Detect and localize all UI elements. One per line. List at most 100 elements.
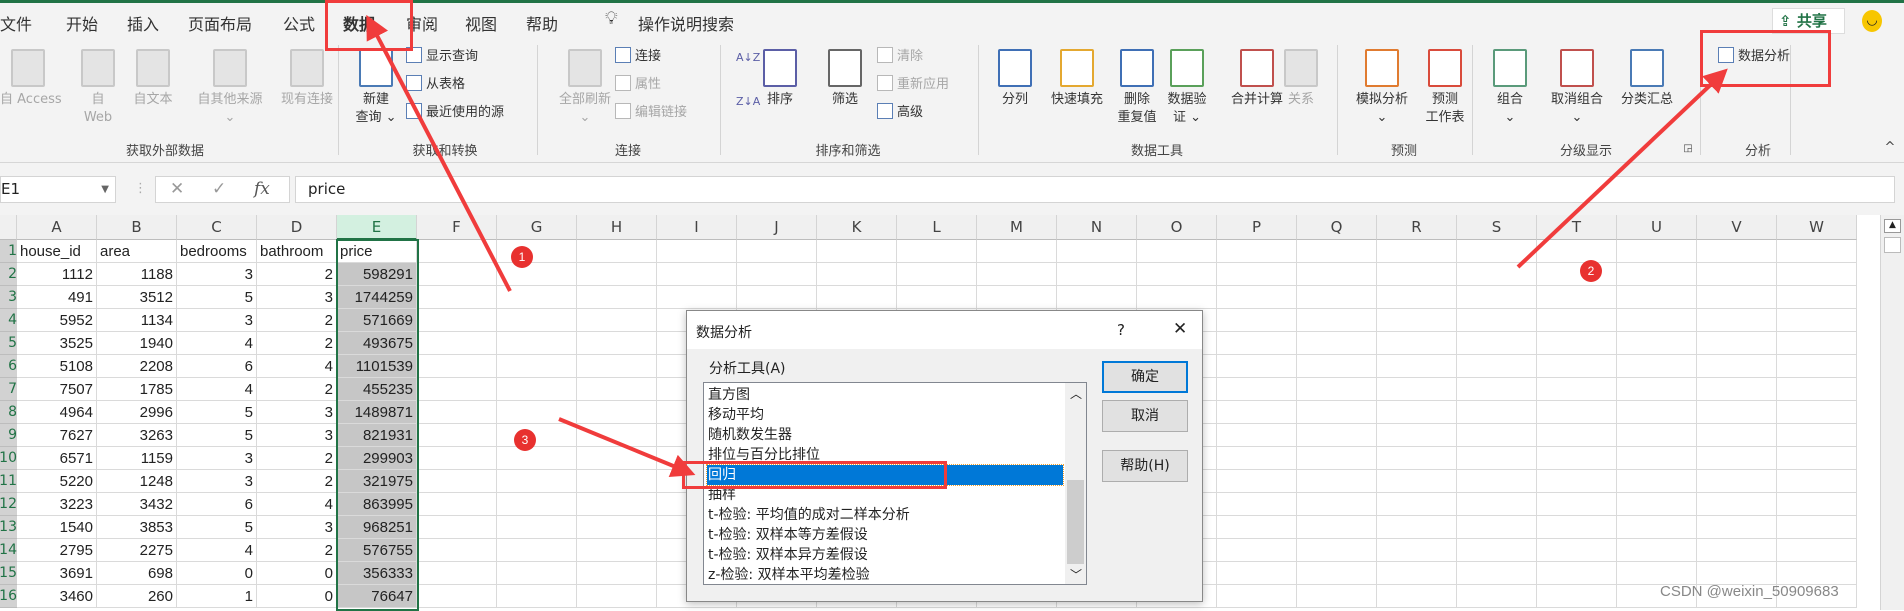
cell-B1[interactable]: area: [97, 240, 177, 263]
empty-cell[interactable]: [1297, 493, 1377, 516]
ribbon-button-15[interactable]: 模拟分析 ⌄: [1350, 49, 1414, 127]
cancel-button[interactable]: 取消: [1102, 400, 1188, 432]
empty-cell[interactable]: [1457, 309, 1537, 332]
cell-A7[interactable]: 7507: [17, 378, 97, 401]
empty-cell[interactable]: [1617, 516, 1697, 539]
column-header-D[interactable]: D: [257, 215, 337, 240]
ribbon-small-button-1[interactable]: 从表格: [406, 73, 465, 92]
scroll-down-icon[interactable]: ﹀: [1070, 566, 1082, 583]
column-header-F[interactable]: F: [417, 215, 497, 240]
empty-cell[interactable]: [1297, 355, 1377, 378]
empty-cell[interactable]: [1297, 332, 1377, 355]
empty-cell[interactable]: [1697, 355, 1777, 378]
empty-cell[interactable]: [1137, 286, 1217, 309]
empty-cell[interactable]: [1777, 493, 1857, 516]
cell-D3[interactable]: 3: [257, 286, 337, 309]
row-header[interactable]: 8: [0, 401, 17, 424]
empty-cell[interactable]: [1777, 286, 1857, 309]
empty-cell[interactable]: [1377, 332, 1457, 355]
column-header-A[interactable]: A: [17, 215, 97, 240]
empty-cell[interactable]: [1457, 493, 1537, 516]
cell-B4[interactable]: 1134: [97, 309, 177, 332]
empty-cell[interactable]: [1697, 240, 1777, 263]
empty-cell[interactable]: [1537, 378, 1617, 401]
empty-cell[interactable]: [1137, 263, 1217, 286]
cell-C3[interactable]: 5: [177, 286, 257, 309]
empty-cell[interactable]: [577, 562, 657, 585]
empty-cell[interactable]: [417, 585, 497, 608]
empty-cell[interactable]: [417, 516, 497, 539]
list-scroll-thumb[interactable]: [1067, 480, 1084, 564]
row-header[interactable]: 11: [0, 470, 17, 493]
empty-cell[interactable]: [1377, 447, 1457, 470]
cell-B14[interactable]: 2275: [97, 539, 177, 562]
empty-cell[interactable]: [1457, 401, 1537, 424]
empty-cell[interactable]: [1297, 263, 1377, 286]
empty-cell[interactable]: [1377, 378, 1457, 401]
enter-check-icon[interactable]: ✓: [212, 177, 226, 202]
cell-A13[interactable]: 1540: [17, 516, 97, 539]
empty-cell[interactable]: [1457, 562, 1537, 585]
empty-cell[interactable]: [417, 263, 497, 286]
empty-cell[interactable]: [417, 355, 497, 378]
empty-cell[interactable]: [1537, 585, 1617, 608]
empty-cell[interactable]: [1777, 562, 1857, 585]
row-header[interactable]: 13: [0, 516, 17, 539]
ribbon-small-button-8[interactable]: 高级: [877, 101, 923, 120]
cell-D10[interactable]: 2: [257, 447, 337, 470]
row-header[interactable]: 2: [0, 263, 17, 286]
empty-cell[interactable]: [497, 585, 577, 608]
empty-cell[interactable]: [657, 263, 737, 286]
cell-C9[interactable]: 5: [177, 424, 257, 447]
empty-cell[interactable]: [1057, 286, 1137, 309]
cancel-x-icon[interactable]: ✕: [170, 177, 184, 202]
empty-cell[interactable]: [1217, 516, 1297, 539]
empty-cell[interactable]: [1777, 539, 1857, 562]
ribbon-button-9[interactable]: 分列: [995, 49, 1035, 109]
empty-cell[interactable]: [1777, 309, 1857, 332]
column-header-V[interactable]: V: [1697, 215, 1777, 240]
column-header-E[interactable]: E: [337, 215, 417, 240]
empty-cell[interactable]: [1777, 355, 1857, 378]
ribbon-button-2[interactable]: 自文本: [128, 49, 178, 109]
empty-cell[interactable]: [657, 286, 737, 309]
empty-cell[interactable]: [1777, 378, 1857, 401]
cell-E3[interactable]: 1744259: [337, 286, 417, 309]
empty-cell[interactable]: [1537, 240, 1617, 263]
scroll-up-icon[interactable]: ▲: [1884, 219, 1901, 233]
empty-cell[interactable]: [1377, 424, 1457, 447]
empty-cell[interactable]: [1537, 493, 1617, 516]
ok-button[interactable]: 确定: [1102, 361, 1188, 393]
empty-cell[interactable]: [1377, 401, 1457, 424]
empty-cell[interactable]: [417, 378, 497, 401]
list-item[interactable]: t-检验: 双样本异方差假设: [707, 545, 1063, 565]
cell-C6[interactable]: 6: [177, 355, 257, 378]
empty-cell[interactable]: [1457, 447, 1537, 470]
cell-B15[interactable]: 698: [97, 562, 177, 585]
empty-cell[interactable]: [577, 309, 657, 332]
ribbon-button-12[interactable]: 数据验证 ⌄: [1163, 49, 1211, 127]
empty-cell[interactable]: [1457, 585, 1537, 608]
empty-cell[interactable]: [1297, 516, 1377, 539]
empty-cell[interactable]: [497, 470, 577, 493]
empty-cell[interactable]: [1297, 401, 1377, 424]
empty-cell[interactable]: [1537, 447, 1617, 470]
empty-cell[interactable]: [497, 332, 577, 355]
cell-C11[interactable]: 3: [177, 470, 257, 493]
empty-cell[interactable]: [1457, 240, 1537, 263]
empty-cell[interactable]: [1457, 539, 1537, 562]
empty-cell[interactable]: [1377, 516, 1457, 539]
cell-C1[interactable]: bedrooms: [177, 240, 257, 263]
column-header-H[interactable]: H: [577, 215, 657, 240]
help-button[interactable]: 帮助(H): [1102, 450, 1188, 482]
empty-cell[interactable]: [1697, 401, 1777, 424]
cell-B10[interactable]: 1159: [97, 447, 177, 470]
ribbon-button-11[interactable]: 删除 重复值: [1113, 49, 1161, 127]
empty-cell[interactable]: [1617, 470, 1697, 493]
empty-cell[interactable]: [1537, 332, 1617, 355]
empty-cell[interactable]: [1777, 447, 1857, 470]
cell-E2[interactable]: 598291: [337, 263, 417, 286]
empty-cell[interactable]: [1297, 562, 1377, 585]
column-header-B[interactable]: B: [97, 215, 177, 240]
ribbon-small-button-2[interactable]: 最近使用的源: [406, 101, 504, 120]
